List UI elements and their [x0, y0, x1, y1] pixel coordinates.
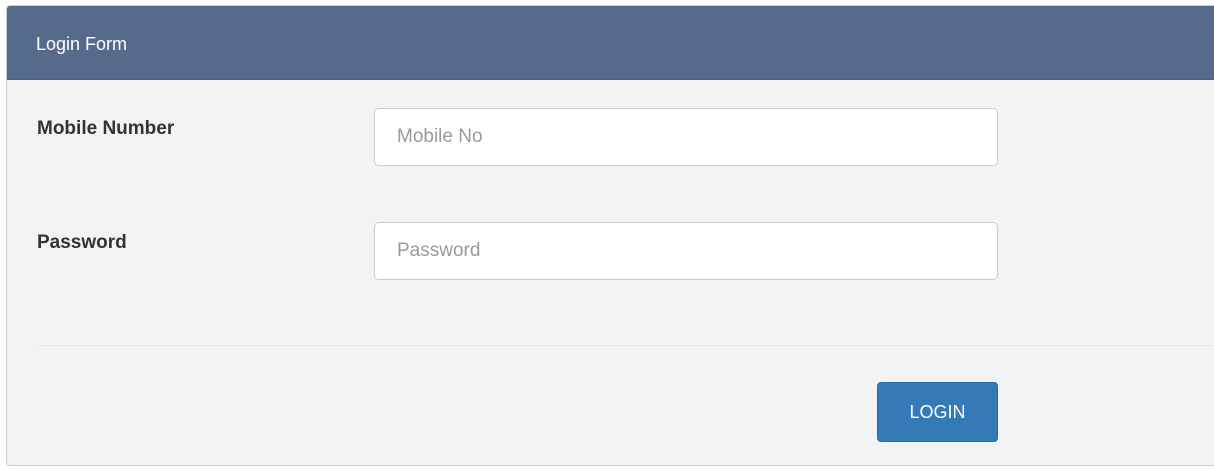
mobile-number-input[interactable]	[374, 108, 998, 166]
login-button[interactable]: LOGIN	[877, 382, 998, 442]
password-label: Password	[37, 232, 127, 253]
footer-divider	[37, 345, 1214, 346]
login-panel: Login Form Mobile Number Password LOGIN	[6, 5, 1214, 466]
password-input[interactable]	[374, 222, 998, 280]
panel-header: Login Form	[7, 6, 1214, 80]
panel-title: Login Form	[36, 34, 128, 54]
mobile-number-label: Mobile Number	[37, 118, 175, 139]
